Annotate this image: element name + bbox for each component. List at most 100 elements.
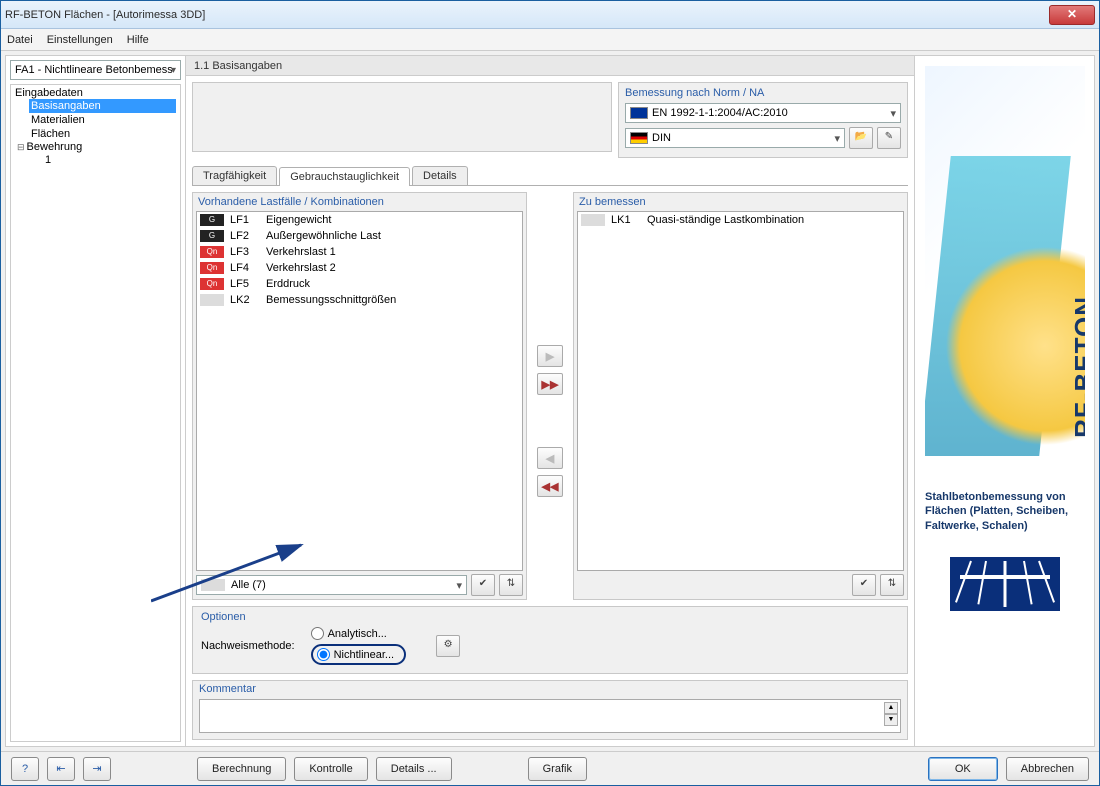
- tab-details[interactable]: Details: [412, 166, 468, 185]
- product-description: Stahlbetonbemessung von Flächen (Platten…: [915, 486, 1094, 537]
- transfer-column: ▶ ▶▶ ◀ ◀◀: [533, 192, 567, 600]
- loadcase-id: LF1: [230, 214, 260, 226]
- available-filter-value: Alle (7): [231, 579, 266, 591]
- tree-item-materials[interactable]: Materialien: [29, 113, 176, 127]
- comment-input[interactable]: ▲▼: [199, 699, 901, 733]
- import-button[interactable]: ⇤: [47, 757, 75, 781]
- move-right-all-button[interactable]: ▶▶: [537, 373, 563, 395]
- radio-nonlinear-label: Nichtlinear...: [334, 649, 395, 661]
- tree-item-surfaces[interactable]: Flächen: [29, 127, 176, 141]
- loadcase-tag: Qn: [200, 278, 224, 290]
- logo-main-text: RF-BETON: [1069, 296, 1085, 438]
- close-button[interactable]: ✕: [1049, 5, 1095, 25]
- available-filter-combo[interactable]: Alle (7): [196, 575, 467, 595]
- loadcase-tag: [581, 214, 605, 226]
- filter-tag-icon: [201, 579, 225, 591]
- top-row: Bemessung nach Norm / NA EN 1992-1-1:200…: [192, 82, 908, 158]
- loadcase-id: LF4: [230, 262, 260, 274]
- norm-title: Bemessung nach Norm / NA: [625, 87, 901, 99]
- help-button[interactable]: ?: [11, 757, 39, 781]
- design-sort-button[interactable]: ⇅: [880, 574, 904, 596]
- loadcase-id: LK2: [230, 294, 260, 306]
- lists-row: Vorhandene Lastfälle / Kombinationen G LF…: [192, 192, 908, 600]
- tab-serviceability[interactable]: Gebrauchstauglichkeit: [279, 167, 410, 186]
- details-button[interactable]: Details ...: [376, 757, 452, 781]
- available-panel: Vorhandene Lastfälle / Kombinationen G LF…: [192, 192, 527, 600]
- move-left-button[interactable]: ◀: [537, 447, 563, 469]
- loadcase-id: LK1: [611, 214, 641, 226]
- loadcase-id: LF2: [230, 230, 260, 242]
- export-button[interactable]: ⇥: [83, 757, 111, 781]
- comment-spinner[interactable]: ▲▼: [884, 702, 898, 726]
- tab-ultimate[interactable]: Tragfähigkeit: [192, 166, 277, 185]
- center-column: 1.1 Basisangaben Bemessung nach Norm / N…: [186, 56, 914, 746]
- list-item: LK2 Bemessungsschnittgrößen: [197, 292, 522, 308]
- radio-nonlinear-input[interactable]: [317, 648, 330, 661]
- loadcase-tag: [200, 294, 224, 306]
- ok-button[interactable]: OK: [928, 757, 998, 781]
- tabs: Tragfähigkeit Gebrauchstauglichkeit Deta…: [192, 166, 908, 186]
- tree-root[interactable]: Eingabedaten: [15, 87, 176, 99]
- check-button[interactable]: Kontrolle: [294, 757, 367, 781]
- available-list[interactable]: G LF1 Eigengewicht G LF2 Außergewöhnliche La…: [196, 211, 523, 571]
- list-item: QnLF5Erddruck: [197, 276, 522, 292]
- loadcase-id: LF5: [230, 278, 260, 290]
- window-title: RF-BETON Flächen - [Autorimessa 3DD]: [5, 9, 1049, 21]
- norm-code-value: EN 1992-1-1:2004/AC:2010: [652, 107, 788, 119]
- design-list[interactable]: LK1Quasi-ständige Lastkombination: [577, 211, 904, 571]
- loadcase-name: Eigengewicht: [266, 214, 331, 226]
- loadcase-name: Verkehrslast 1: [266, 246, 336, 258]
- options-panel: Optionen Nachweismethode: Analytisch... …: [192, 606, 908, 674]
- move-left-all-button[interactable]: ◀◀: [537, 475, 563, 497]
- blank-panel: [192, 82, 612, 152]
- menu-file[interactable]: Datei: [7, 34, 33, 46]
- radio-nonlinear[interactable]: Nichtlinear...: [311, 644, 407, 665]
- list-item: LK1Quasi-ständige Lastkombination: [578, 212, 903, 228]
- available-check-button[interactable]: ✔: [471, 574, 495, 596]
- available-title: Vorhandene Lastfälle / Kombinationen: [198, 196, 523, 208]
- case-combo[interactable]: FA1 - Nichtlineare Betonbemess: [10, 60, 181, 80]
- tree-expand-icon[interactable]: ⊟: [17, 142, 25, 152]
- app-window: RF-BETON Flächen - [Autorimessa 3DD] ✕ D…: [0, 0, 1100, 786]
- graphic-button[interactable]: Grafik: [528, 757, 587, 781]
- cancel-button[interactable]: Abbrechen: [1006, 757, 1089, 781]
- left-column: FA1 - Nichtlineare Betonbemess Eingabeda…: [6, 56, 186, 746]
- tree-item-basis[interactable]: Basisangaben: [29, 99, 176, 113]
- tree-item-reinforcement-1[interactable]: 1: [43, 153, 176, 167]
- loadcase-name: Bemessungsschnittgrößen: [266, 294, 396, 306]
- flag-de-icon: [630, 132, 648, 144]
- menu-help[interactable]: Hilfe: [127, 34, 149, 46]
- list-item: G LF1 Eigengewicht: [197, 212, 522, 228]
- norm-open-button[interactable]: 📂: [849, 127, 873, 149]
- flag-eu-icon: [630, 107, 648, 119]
- chevron-down-icon[interactable]: ▼: [884, 714, 898, 726]
- design-title: Zu bemessen: [579, 196, 904, 208]
- list-item: G LF2 Außergewöhnliche Last: [197, 228, 522, 244]
- loadcase-name: Außergewöhnliche Last: [266, 230, 381, 242]
- comment-panel: Kommentar ▲▼: [192, 680, 908, 740]
- norm-code-combo[interactable]: EN 1992-1-1:2004/AC:2010: [625, 103, 901, 123]
- available-sort-button[interactable]: ⇅: [499, 574, 523, 596]
- list-item: QnLF4Verkehrslast 2: [197, 260, 522, 276]
- loadcase-tag: Qn: [200, 246, 224, 258]
- center-header: 1.1 Basisangaben: [186, 56, 914, 76]
- radio-analytical-label: Analytisch...: [328, 628, 387, 640]
- titlebar: RF-BETON Flächen - [Autorimessa 3DD] ✕: [1, 1, 1099, 29]
- calculation-button[interactable]: Berechnung: [197, 757, 286, 781]
- loadcase-tag: G: [200, 214, 224, 226]
- loadcase-tag: G: [200, 230, 224, 242]
- method-label: Nachweismethode:: [201, 640, 295, 652]
- method-settings-button[interactable]: ⚙: [436, 635, 460, 657]
- move-right-button[interactable]: ▶: [537, 345, 563, 367]
- chevron-up-icon[interactable]: ▲: [884, 702, 898, 714]
- design-panel: Zu bemessen LK1Quasi-ständige Lastkombin…: [573, 192, 908, 600]
- menu-settings[interactable]: Einstellungen: [47, 34, 113, 46]
- nav-tree[interactable]: Eingabedaten Basisangaben Materialien Fl…: [10, 84, 181, 742]
- norm-edit-button[interactable]: ✎: [877, 127, 901, 149]
- norm-na-combo[interactable]: DIN: [625, 128, 845, 148]
- list-item: QnLF3Verkehrslast 1: [197, 244, 522, 260]
- tree-item-reinforcement[interactable]: Bewehrung: [27, 141, 83, 153]
- radio-analytical-input[interactable]: [311, 627, 324, 640]
- design-check-button[interactable]: ✔: [852, 574, 876, 596]
- radio-analytical[interactable]: Analytisch...: [311, 627, 407, 640]
